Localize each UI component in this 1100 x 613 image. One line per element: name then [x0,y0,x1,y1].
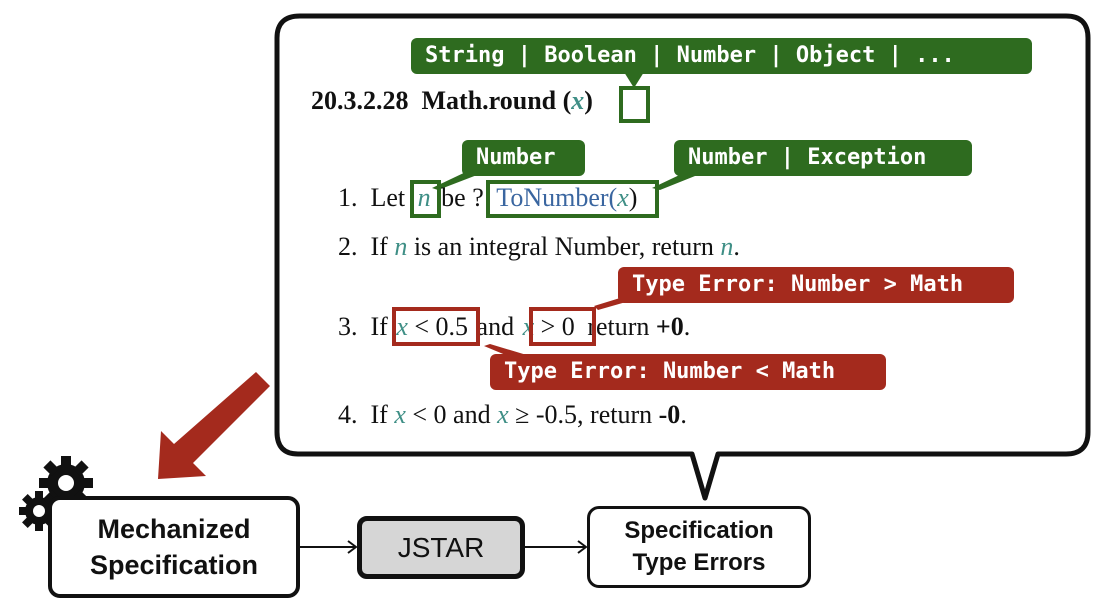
step-text: < 0 and [412,400,491,429]
step-text: and [476,312,515,341]
step-4: 4. If x < 0 and x ≥ -0.5, return -0. [338,400,687,430]
step-text: ≥ -0.5, return [515,400,653,429]
spec-section-title: 20.3.2.28 Math.round (x) [311,86,593,115]
step-text: . [680,400,687,429]
tool-label: JSTAR [397,531,485,563]
step-text: . [733,232,740,261]
output-label: Specification [624,517,774,544]
input-label: Mechanized [97,514,251,544]
param-highlight [619,86,650,123]
var-n: n [720,232,734,261]
return-value: -0 [658,400,681,429]
step-number: 4. [338,400,358,429]
var-x: x [394,400,406,429]
var-x: x [497,400,509,429]
flow-arrow-1 [298,540,358,554]
error-tag-lt: Type Error: Number < Math [490,354,886,390]
section-number: 20.3.2.28 [311,86,409,115]
cond-gt-highlight [529,307,596,346]
n-type-tag: Number [462,140,585,176]
step-text: Let [370,183,406,212]
tonumber-type-text: Number | Exception [688,145,927,170]
error-text: Type Error: Number > Math [632,272,964,297]
error-text: Type Error: Number < Math [504,359,836,384]
step-text: If [370,312,388,341]
step-text: . [683,312,691,341]
step-number: 1. [338,183,358,212]
step-2: 2. If n is an integral Number, return n. [338,232,740,262]
step-text: be ? [441,183,484,212]
input-label: Specification [89,550,259,580]
step-text: is an integral Number, return [413,232,714,261]
tonumber-type-tag: Number | Exception [674,140,972,176]
step-text: If [370,232,388,261]
param-type-tag: String | Boolean | Number | Object | ... [411,38,1032,74]
step-text: If [370,400,388,429]
param-x: x [571,86,585,115]
error-tag-gt: Type Error: Number > Math [618,267,1014,303]
step-3: 3. If x < 0.5 and x > 0 return +0. [338,312,690,342]
param-type-text: String | Boolean | Number | Object | ... [425,43,955,68]
flow-arrow-2 [525,540,588,554]
step-number: 2. [338,232,358,261]
step-number: 3. [338,312,358,341]
output-label: Type Errors [632,549,766,576]
n-type-text: Number [476,145,556,170]
return-value: +0 [655,312,684,341]
cond-lt-highlight [392,307,480,346]
n-highlight [410,180,441,218]
step-text: return [587,312,650,341]
var-n: n [394,232,408,261]
red-arrow-icon [158,372,270,479]
mechanized-spec-box: Mechanized Specification [48,496,300,598]
type-errors-box: Specification Type Errors [587,506,811,588]
function-name: Math.round [421,86,557,115]
jstar-box: JSTAR [357,516,525,579]
tonumber-highlight [486,180,659,218]
